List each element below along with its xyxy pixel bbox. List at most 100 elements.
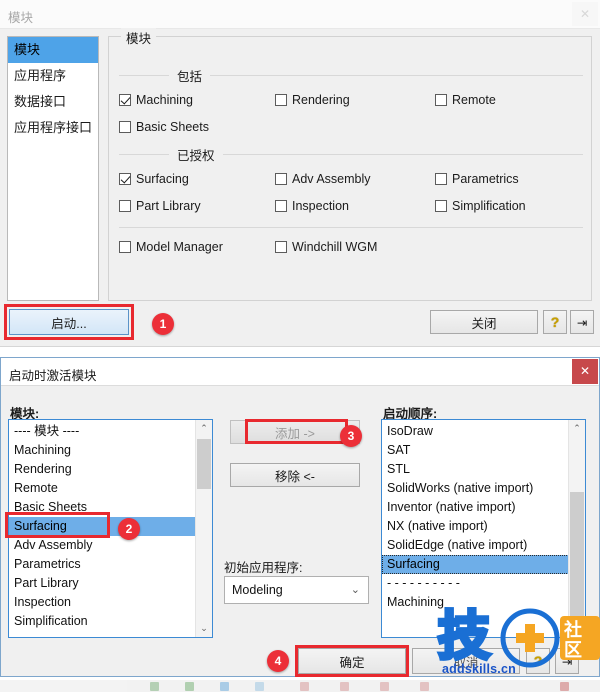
list-item[interactable]: Basic Sheets xyxy=(9,498,195,517)
modules-listbox[interactable]: ---- 模块 ---- Machining Rendering Remote … xyxy=(8,419,213,638)
list-item-separator[interactable]: - - - - - - - - - - xyxy=(382,574,568,593)
chevron-down-icon[interactable]: ⌄ xyxy=(351,583,360,596)
checkbox-adv-assembly[interactable]: Adv Assembly xyxy=(275,172,371,186)
ok-button[interactable]: 确定 xyxy=(298,648,406,674)
scroll-up-icon[interactable]: ⌃ xyxy=(569,420,585,437)
startup-dialog-title: 启动时激活模块 xyxy=(9,369,97,383)
checkbox-rendering[interactable]: Rendering xyxy=(275,93,350,107)
checkbox-label: Simplification xyxy=(452,199,526,213)
modules-groupbox-title: 模块 xyxy=(121,28,157,47)
checkbox-label: Part Library xyxy=(136,199,201,213)
checkbox-machining[interactable]: Machining xyxy=(119,93,193,107)
checkbox-model-manager[interactable]: Model Manager xyxy=(119,240,223,254)
list-item[interactable]: Rendering xyxy=(9,460,195,479)
list-item[interactable]: SAT xyxy=(382,441,568,460)
startup-order-listbox-scrollbar[interactable]: ⌃ ⌄ xyxy=(568,420,585,637)
checkbox-box xyxy=(275,241,287,253)
scroll-down-icon[interactable]: ⌄ xyxy=(569,620,585,637)
list-item[interactable]: Machining xyxy=(9,441,195,460)
initial-app-value: Modeling xyxy=(232,583,283,597)
modules-listbox-scrollbar[interactable]: ⌃ ⌄ xyxy=(195,420,212,637)
list-item[interactable]: Simplification xyxy=(9,612,195,631)
taskbar-icon[interactable] xyxy=(255,682,264,691)
list-item[interactable]: SolidEdge (native import) xyxy=(382,536,568,555)
taskbar-icon[interactable] xyxy=(150,682,159,691)
pin-icon[interactable]: ⇥ xyxy=(570,310,594,334)
list-item-surfacing-selected[interactable]: Surfacing xyxy=(382,555,585,574)
modules-dialog: 模块 应用程序 数据接口 应用程序接口 模块 包括 Machining Rend… xyxy=(0,28,600,347)
checkbox-label: Adv Assembly xyxy=(292,172,371,186)
checkbox-part-library[interactable]: Part Library xyxy=(119,199,201,213)
checkbox-box xyxy=(275,173,287,185)
badge-4: 4 xyxy=(267,650,289,672)
checkbox-label: Inspection xyxy=(292,199,349,213)
checkbox-simplification[interactable]: Simplification xyxy=(435,199,526,213)
taskbar-icon[interactable] xyxy=(185,682,194,691)
checkbox-surfacing[interactable]: Surfacing xyxy=(119,172,189,186)
help-question-icon[interactable]: ? xyxy=(526,648,550,674)
checkbox-label: Parametrics xyxy=(452,172,519,186)
modules-sidebar-list[interactable]: 模块 应用程序 数据接口 应用程序接口 xyxy=(7,36,99,301)
checkbox-basic-sheets[interactable]: Basic Sheets xyxy=(119,120,209,134)
checkbox-remote[interactable]: Remote xyxy=(435,93,496,107)
pin-icon[interactable]: ⇥ xyxy=(555,648,579,674)
close-icon[interactable]: ✕ xyxy=(572,359,598,384)
taskbar-icon[interactable] xyxy=(220,682,229,691)
sidebar-item-applications[interactable]: 应用程序 xyxy=(8,63,98,89)
sidebar-item-application-interface[interactable]: 应用程序接口 xyxy=(8,115,98,141)
help-question-icon[interactable]: ? xyxy=(543,310,567,334)
sidebar-item-data-interface[interactable]: 数据接口 xyxy=(8,89,98,115)
taskbar-icon[interactable] xyxy=(420,682,429,691)
list-item[interactable]: Adv Assembly xyxy=(9,536,195,555)
checkbox-label: Windchill WGM xyxy=(292,240,378,254)
list-item[interactable]: STL xyxy=(382,460,568,479)
list-item[interactable]: NX (native import) xyxy=(382,517,568,536)
list-item[interactable]: Parametrics xyxy=(9,555,195,574)
list-item[interactable]: Inventor (native import) xyxy=(382,498,568,517)
checkbox-windchill-wgm[interactable]: Windchill WGM xyxy=(275,240,377,254)
taskbar-icon[interactable] xyxy=(340,682,349,691)
checkbox-parametrics[interactable]: Parametrics xyxy=(435,172,519,186)
start-button[interactable]: 启动... xyxy=(9,309,129,335)
section-label-licensed: 已授权 xyxy=(169,145,223,164)
scrollbar-thumb[interactable] xyxy=(570,492,584,617)
checkbox-box xyxy=(275,94,287,106)
checkbox-inspection[interactable]: Inspection xyxy=(275,199,349,213)
checkbox-box xyxy=(275,200,287,212)
taskbar-icon[interactable] xyxy=(380,682,389,691)
checkbox-box xyxy=(435,94,447,106)
checkbox-label: Model Manager xyxy=(136,240,223,254)
startup-order-listbox[interactable]: IsoDraw SAT STL SolidWorks (native impor… xyxy=(381,419,586,638)
close-icon[interactable]: ✕ xyxy=(572,2,598,26)
badge-2: 2 xyxy=(118,518,140,540)
list-item-surfacing-selected[interactable]: Surfacing xyxy=(9,517,212,536)
list-item[interactable]: Remote xyxy=(9,479,195,498)
list-item[interactable]: ---- 模块 ---- xyxy=(9,422,195,441)
list-item[interactable]: IsoDraw xyxy=(382,422,568,441)
checkbox-label: Surfacing xyxy=(136,172,189,186)
close-button[interactable]: 关闭 xyxy=(430,310,538,334)
scrollbar-thumb[interactable] xyxy=(197,439,211,489)
list-item[interactable]: Inspection xyxy=(9,593,195,612)
list-item[interactable]: SolidWorks (native import) xyxy=(382,479,568,498)
badge-1: 1 xyxy=(152,313,174,335)
cancel-button[interactable]: 取消 xyxy=(412,648,520,674)
remove-button[interactable]: 移除 <- xyxy=(230,463,360,487)
initial-app-label: 初始应用程序: xyxy=(224,561,303,575)
list-item[interactable]: Machining xyxy=(382,593,568,612)
checkbox-label: Remote xyxy=(452,93,496,107)
checkbox-label: Basic Sheets xyxy=(136,120,209,134)
taskbar-icon[interactable] xyxy=(300,682,309,691)
scroll-down-icon[interactable]: ⌄ xyxy=(196,620,212,637)
checkbox-box xyxy=(119,94,131,106)
checkbox-box xyxy=(119,241,131,253)
list-item[interactable]: Part Library xyxy=(9,574,195,593)
sidebar-item-modules[interactable]: 模块 xyxy=(8,37,98,63)
checkbox-label: Machining xyxy=(136,93,193,107)
checkbox-box xyxy=(119,200,131,212)
scroll-up-icon[interactable]: ⌃ xyxy=(196,420,212,437)
taskbar-icon[interactable] xyxy=(560,682,569,691)
checkbox-box xyxy=(119,121,131,133)
initial-app-select[interactable]: Modeling ⌄ xyxy=(224,576,369,604)
section-divider-extras xyxy=(119,227,583,228)
